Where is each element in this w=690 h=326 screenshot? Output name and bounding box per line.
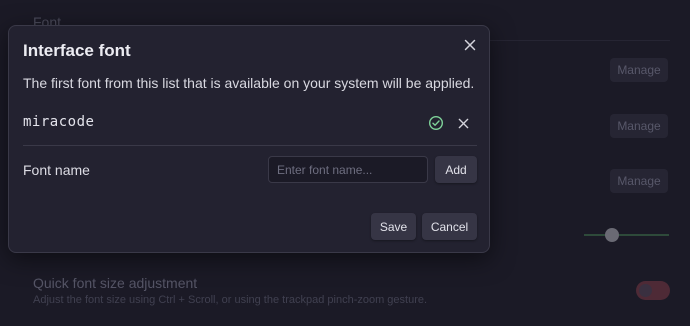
font-name-label: Font name: [23, 162, 90, 178]
interface-font-dialog: Interface font The first font from this …: [8, 25, 490, 253]
dialog-description: The first font from this list that is av…: [23, 75, 475, 91]
cancel-button[interactable]: Cancel: [422, 213, 477, 240]
check-circle-icon: [428, 115, 444, 131]
add-font-button[interactable]: Add: [435, 156, 477, 183]
close-icon[interactable]: [459, 34, 481, 56]
font-size-slider-track[interactable]: [584, 234, 669, 236]
quick-adjust-title: Quick font size adjustment: [33, 275, 198, 291]
font-name-input[interactable]: [268, 156, 428, 183]
manage-button[interactable]: Manage: [610, 169, 668, 193]
remove-font-icon[interactable]: [455, 115, 471, 131]
toggle-knob: [639, 284, 652, 297]
manage-button[interactable]: Manage: [610, 58, 668, 82]
font-item-name: miracode: [23, 114, 95, 130]
font-list-item: miracode: [23, 114, 477, 134]
font-size-slider-thumb[interactable]: [605, 228, 619, 242]
save-button[interactable]: Save: [371, 213, 416, 240]
quick-adjust-description: Adjust the font size using Ctrl + Scroll…: [33, 294, 428, 306]
manage-button[interactable]: Manage: [610, 114, 668, 138]
dialog-divider: [23, 145, 477, 146]
dialog-title: Interface font: [23, 41, 131, 60]
